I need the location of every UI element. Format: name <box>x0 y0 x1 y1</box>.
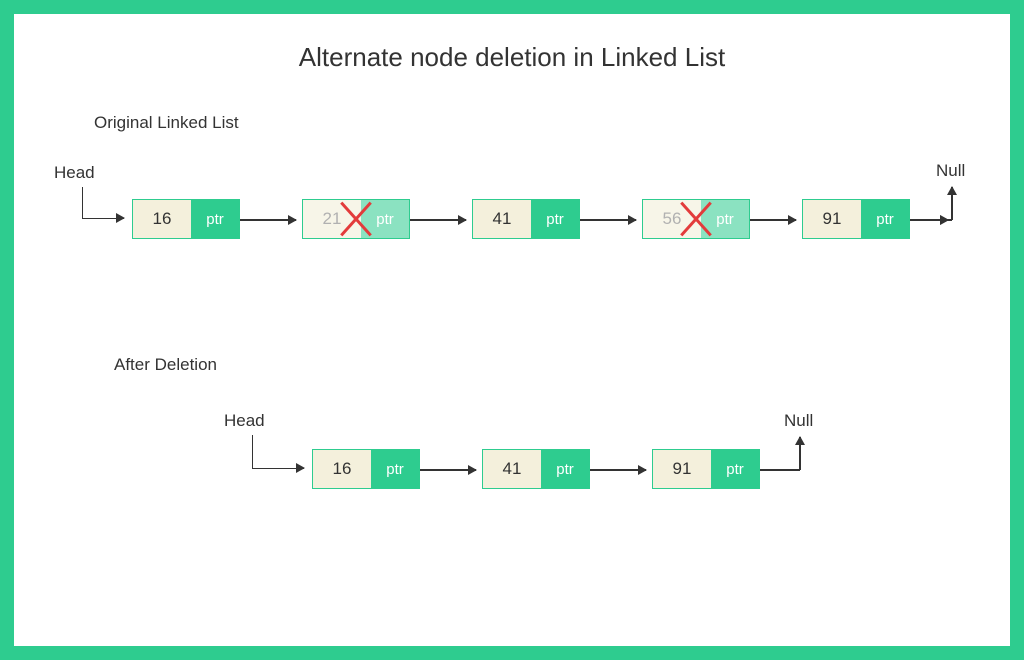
arrow-up-icon <box>951 187 953 220</box>
head-arrow-icon <box>82 187 124 219</box>
diagram-title: Alternate node deletion in Linked List <box>54 42 970 73</box>
arrow-icon <box>750 219 796 221</box>
original-list-area: Head 16 ptr 21 ptr 41 ptr 56 ptr <box>54 145 970 265</box>
arrow-icon <box>240 219 296 221</box>
section-after-label: After Deletion <box>114 355 970 375</box>
list-node-deleted: 21 ptr <box>302 199 410 239</box>
diagram-canvas: Alternate node deletion in Linked List O… <box>14 14 1010 646</box>
node-ptr: ptr <box>191 200 239 238</box>
arrow-icon <box>580 219 636 221</box>
arrow-segment <box>910 219 952 221</box>
node-value: 41 <box>473 200 531 238</box>
head-label: Head <box>54 163 95 183</box>
node-value: 16 <box>133 200 191 238</box>
head-label: Head <box>224 411 265 431</box>
arrow-segment <box>760 469 800 471</box>
node-ptr: ptr <box>541 450 589 488</box>
node-ptr: ptr <box>861 200 909 238</box>
node-ptr: ptr <box>701 200 749 238</box>
node-ptr: ptr <box>361 200 409 238</box>
after-list-area: Head 16 ptr 41 ptr 91 ptr Nul <box>54 387 970 527</box>
node-value: 21 <box>303 200 361 238</box>
arrow-icon <box>410 219 466 221</box>
node-ptr: ptr <box>711 450 759 488</box>
null-label: Null <box>936 161 965 181</box>
node-value: 91 <box>803 200 861 238</box>
list-node: 41 ptr <box>472 199 580 239</box>
list-node: 91 ptr <box>652 449 760 489</box>
diagram-frame: Alternate node deletion in Linked List O… <box>0 0 1024 660</box>
list-node: 16 ptr <box>132 199 240 239</box>
list-node: 16 ptr <box>312 449 420 489</box>
node-value: 41 <box>483 450 541 488</box>
list-node: 41 ptr <box>482 449 590 489</box>
list-node: 91 ptr <box>802 199 910 239</box>
null-label: Null <box>784 411 813 431</box>
arrow-icon <box>420 469 476 471</box>
arrow-up-icon <box>799 437 801 470</box>
arrow-icon <box>590 469 646 471</box>
section-original-label: Original Linked List <box>94 113 970 133</box>
node-value: 91 <box>653 450 711 488</box>
node-value: 16 <box>313 450 371 488</box>
node-ptr: ptr <box>531 200 579 238</box>
list-node-deleted: 56 ptr <box>642 199 750 239</box>
node-ptr: ptr <box>371 450 419 488</box>
head-arrow-icon <box>252 435 304 469</box>
node-value: 56 <box>643 200 701 238</box>
